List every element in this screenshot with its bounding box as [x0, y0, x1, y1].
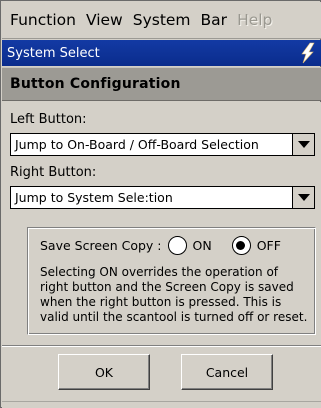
screen-copy-label: Save Screen Copy :: [40, 238, 162, 253]
menu-bar-item[interactable]: Bar: [197, 11, 234, 29]
right-button-label: Right Button:: [10, 165, 97, 180]
screen-copy-off-label[interactable]: OFF: [257, 238, 281, 253]
chevron-down-icon: [298, 194, 310, 201]
screen-copy-on-label[interactable]: ON: [193, 238, 212, 253]
left-button-select[interactable]: Jump to On-Board / Off-Board Selection: [10, 133, 315, 156]
screen-copy-description: Selecting ON overrides the operation of …: [40, 265, 308, 324]
left-button-label: Left Button:: [10, 112, 87, 127]
left-button-dropdown[interactable]: [292, 134, 314, 155]
section-title: Button Configuration: [10, 76, 181, 92]
window-frame: Function View System Bar Help System Sel…: [0, 0, 321, 408]
window-title: System Select: [7, 45, 100, 61]
screen-copy-group: Save Screen Copy : ON OFF Selecting ON o…: [27, 227, 316, 335]
left-button-value: Jump to On-Board / Off-Board Selection: [15, 137, 259, 152]
menu-bar: Function View System Bar Help: [2, 2, 321, 39]
right-button-value: Jump to System Sele:tion: [15, 190, 173, 205]
right-button-dropdown[interactable]: [292, 187, 314, 208]
title-bar: System Select: [2, 40, 321, 66]
screen-copy-on-radio[interactable]: [167, 236, 187, 255]
menu-system[interactable]: System: [129, 11, 197, 29]
screen-copy-off-radio[interactable]: [231, 236, 251, 255]
chevron-down-icon: [298, 141, 310, 148]
menu-function[interactable]: Function: [6, 11, 82, 29]
lightning-icon: [301, 42, 315, 64]
cancel-button[interactable]: Cancel: [181, 354, 273, 390]
right-button-select[interactable]: Jump to System Sele:tion: [10, 186, 315, 209]
section-header: Button Configuration: [2, 67, 321, 101]
ok-button[interactable]: OK: [58, 354, 150, 390]
button-footer: OK Cancel: [2, 347, 321, 408]
screen-copy-options: Save Screen Copy : ON OFF: [40, 236, 281, 255]
footer-line: [2, 401, 321, 402]
config-panel: Left Button: Jump to On-Board / Off-Boar…: [2, 102, 321, 345]
menu-view[interactable]: View: [82, 11, 129, 29]
menu-help: Help: [237, 11, 273, 29]
